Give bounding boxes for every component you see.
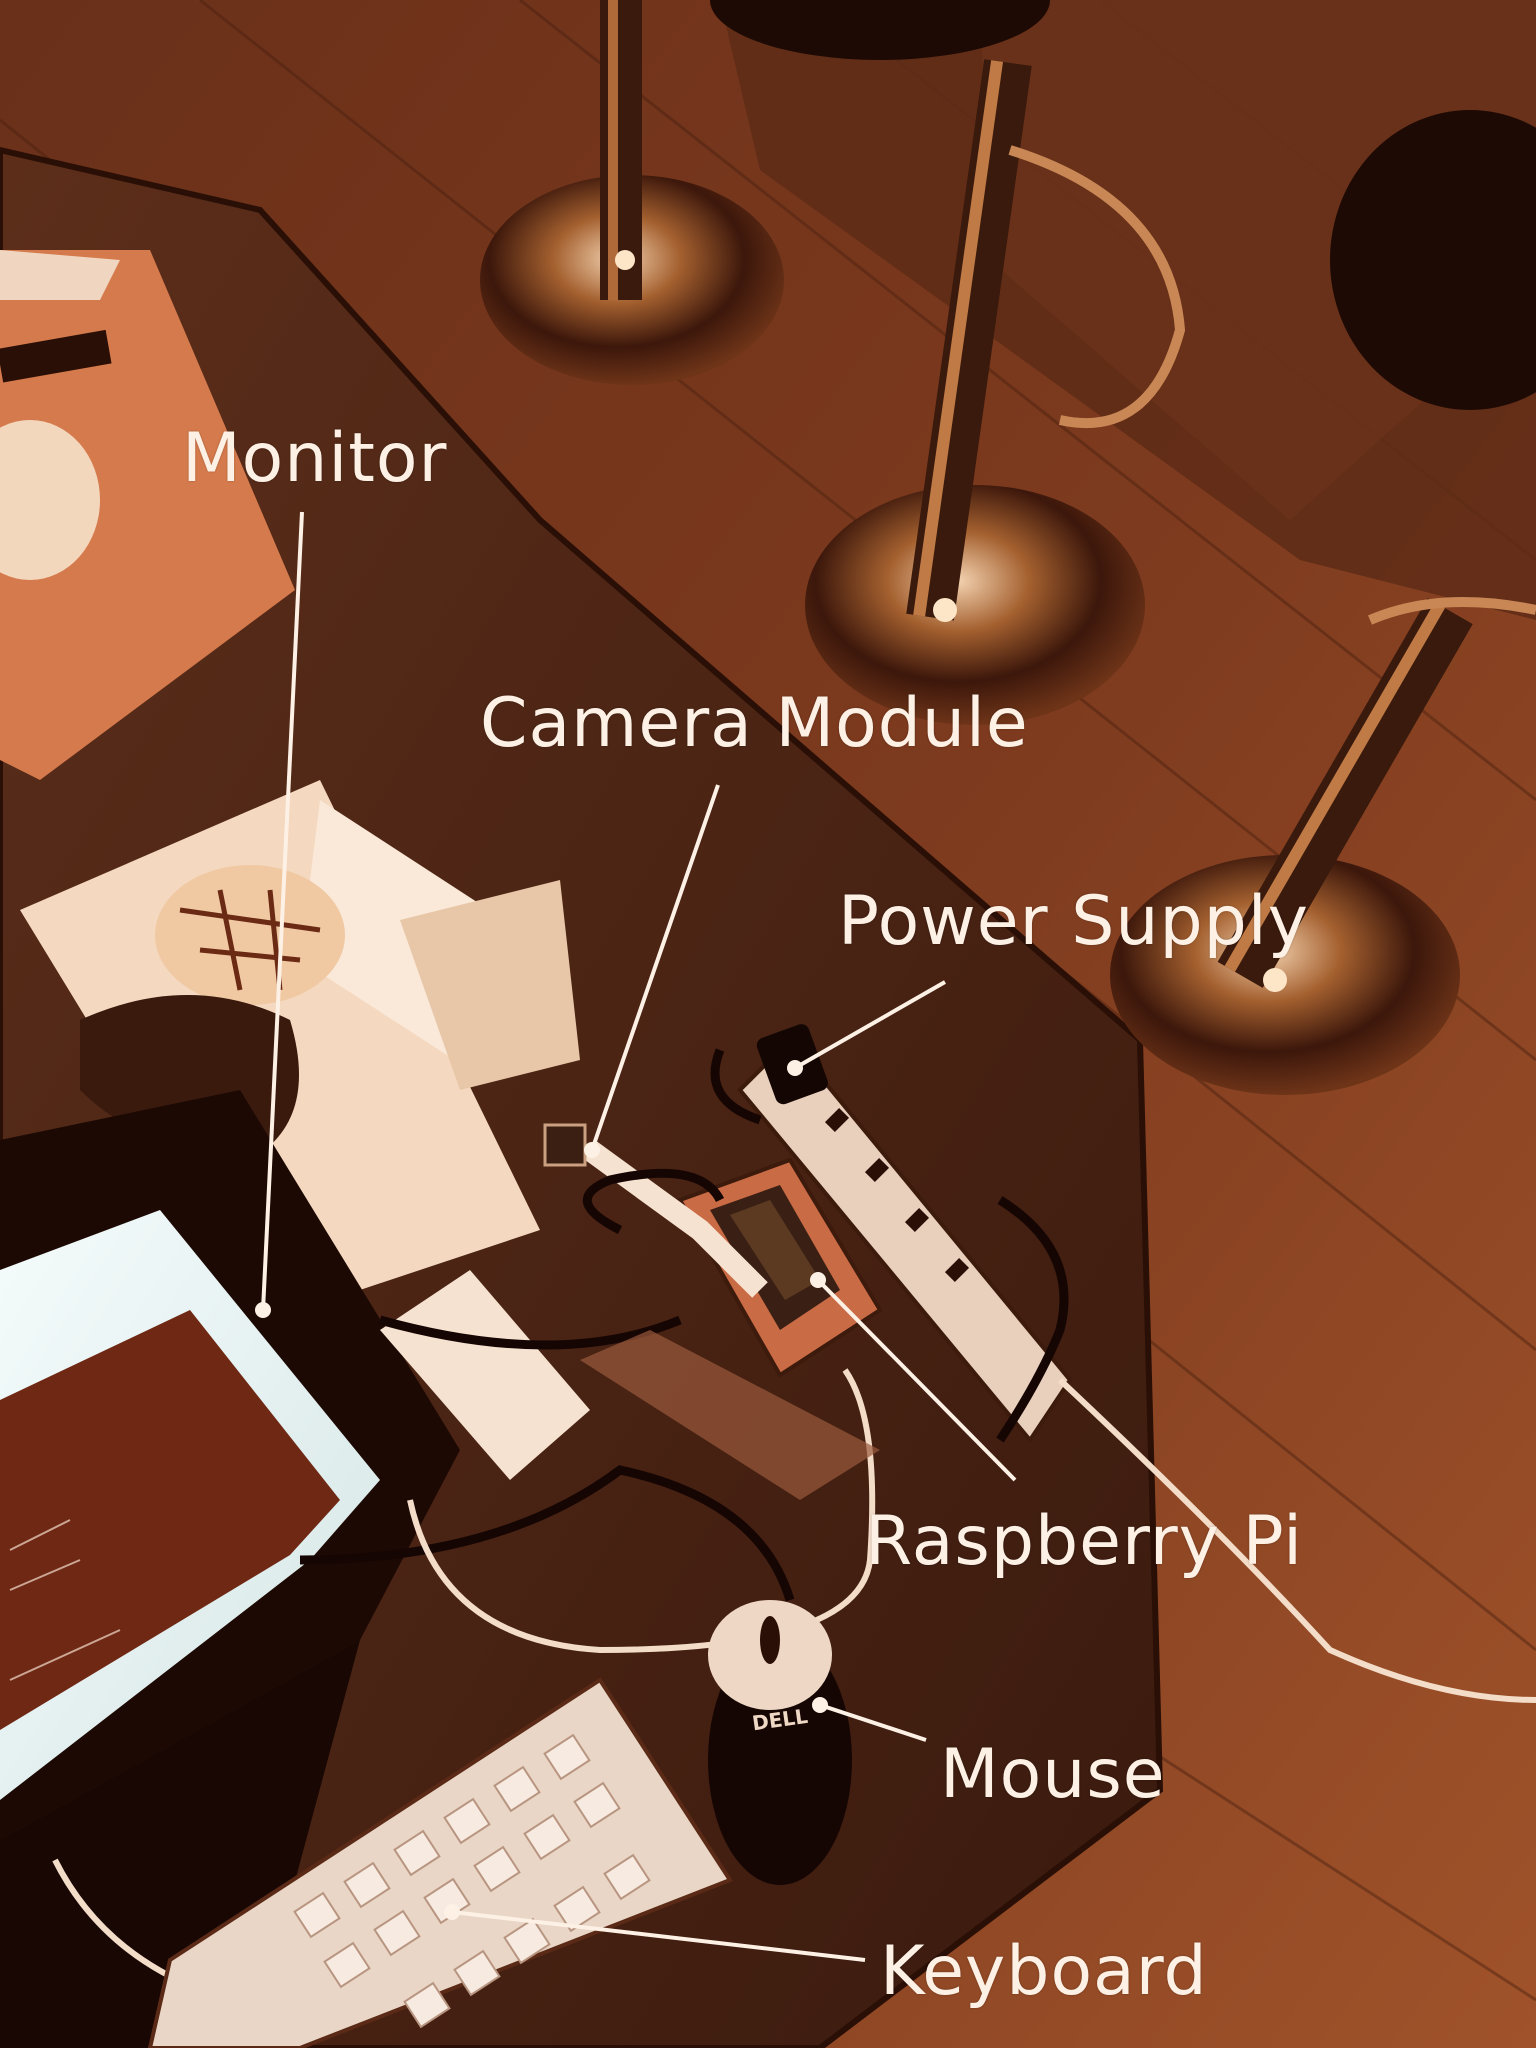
mouse-device: DELL <box>708 1600 852 1885</box>
monitor-label: Monitor <box>182 419 448 498</box>
power-supply-label: Power Supply <box>838 882 1309 961</box>
photo-scene: DELL <box>0 0 1536 2048</box>
mouse-label: Mouse <box>940 1735 1166 1814</box>
camera-module-label: Camera Module <box>480 684 1029 763</box>
keyboard-label: Keyboard <box>880 1932 1208 2011</box>
raspberry-pi-label: Raspberry Pi <box>865 1502 1303 1581</box>
